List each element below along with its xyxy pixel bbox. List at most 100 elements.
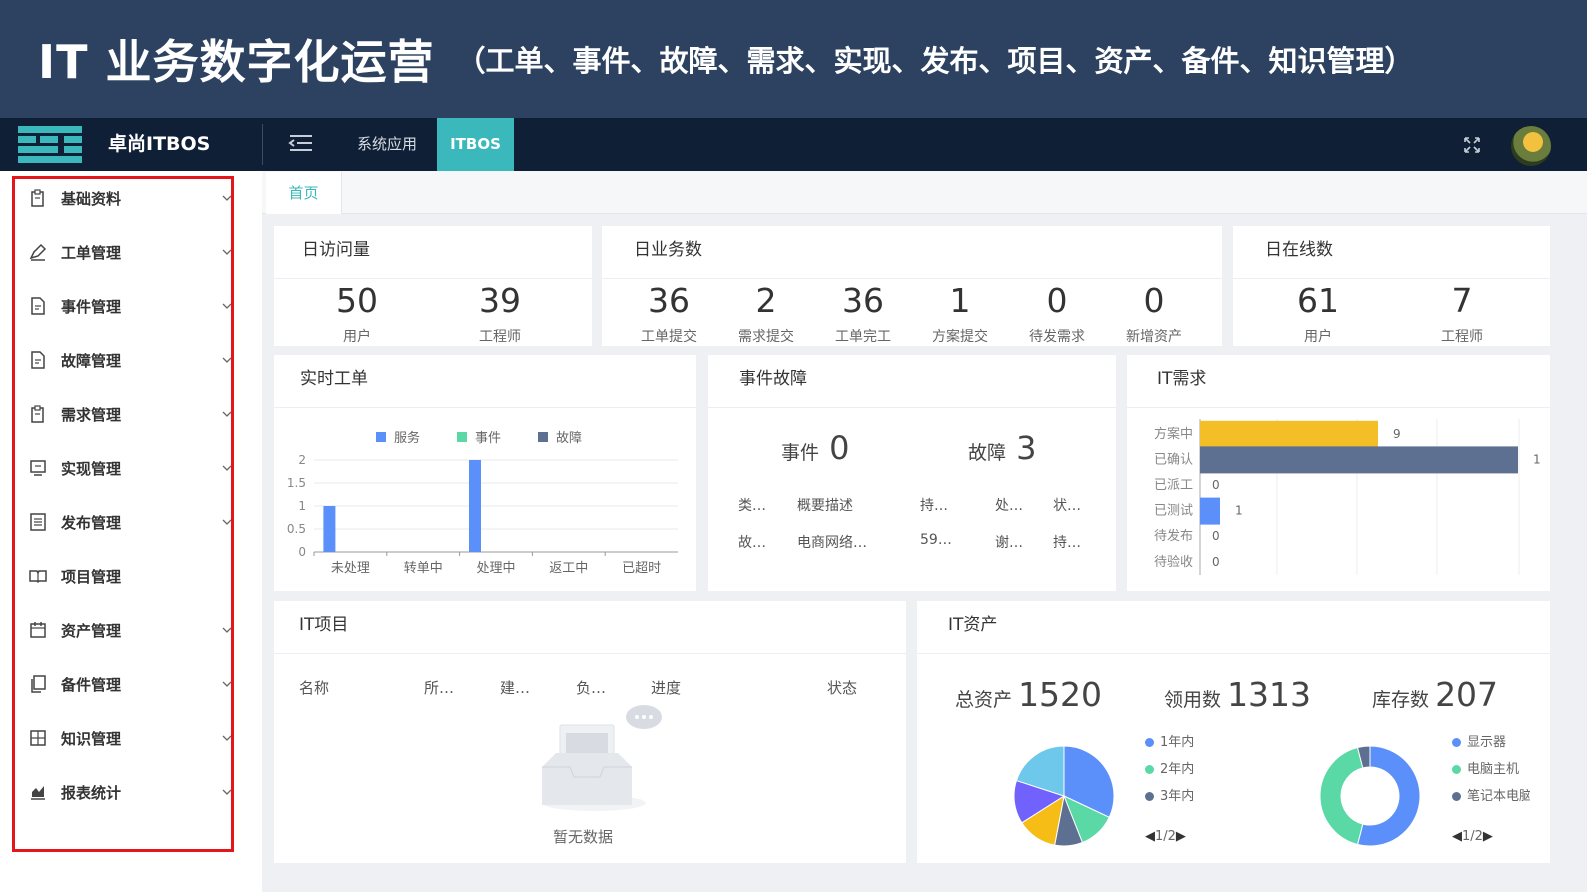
x-tick-label: 返工中 [549,561,588,576]
sidebar-item[interactable]: 知识管理 [28,723,236,753]
stat-value: 50 [336,281,378,320]
y-tick-label: 1.5 [287,476,306,490]
pie-slice[interactable] [1319,746,1364,846]
stat-plans-submitted: 1 方案提交 [915,282,1005,346]
stat-value: 36 [648,281,690,320]
stat-demands-submitted: 2 需求提交 [721,282,811,346]
card-realtime-orders: 实时工单 0 0.5 1 1.5 2 未处理 转单中 处理中 返工中 已超时 服务 事件 故障 [274,355,696,591]
sidebar-item[interactable]: 基础资料 [28,183,236,213]
grid-icon [30,730,46,746]
sidebar-item[interactable]: 资产管理 [28,615,236,645]
table-cell[interactable]: 电商网络… [797,532,867,552]
sidebar-item-label: 资产管理 [61,621,122,640]
sidebar-item[interactable]: 备件管理 [28,669,236,699]
prev-page-icon[interactable]: ◀ [1145,829,1155,844]
stat-orders-submitted: 36 工单提交 [624,282,714,346]
it-demand-chart: 方案中 9 已确认 1 已派工 0 已测试 1 待发布 0 待验收 0 [1154,419,1541,575]
table-cell[interactable]: 59… [920,532,952,548]
next-page-icon[interactable]: ▶ [1176,829,1186,844]
card-divider [602,278,1222,279]
stat-label: 工单完工 [835,329,891,345]
legend-label[interactable]: 故障 [556,431,582,446]
sidebar-item-label: 发布管理 [61,513,122,532]
page-tab-bar [262,171,1587,214]
col-progress: 进度 [651,679,682,697]
sidebar-item[interactable]: 实现管理 [28,453,236,483]
sidebar-item-label: 基础资料 [61,189,122,208]
legend-item[interactable]: 笔记本电脑 [1452,785,1530,807]
legend-dot [1452,738,1461,747]
legend-label[interactable]: 事件 [475,431,501,446]
fault-count: 故障 3 [968,429,1036,467]
legend-label[interactable]: 服务 [394,430,420,446]
chevron-down-icon [222,303,232,309]
stat-value: 0 [1046,281,1068,320]
used-assets: 领用数 1313 [1164,675,1311,714]
sidebar-item[interactable]: 发布管理 [28,507,236,537]
bar[interactable] [1200,420,1378,448]
table-header-type: 类… [738,498,766,514]
chevron-down-icon [222,789,232,795]
chevron-down-icon [222,357,232,363]
legend-item[interactable]: 显示器 [1452,731,1530,758]
stat-value: 7 [1451,281,1473,320]
tab-home[interactable]: 首页 [266,172,342,214]
y-tick-label: 待发布 [1154,528,1193,544]
stock-assets: 库存数 207 [1372,675,1498,714]
stock-label: 库存数 [1372,689,1430,711]
card-divider [274,653,906,654]
bar-value-label: 0 [1212,529,1220,543]
bar-value-label: 0 [1212,555,1220,569]
legend-item[interactable]: 2年内 [1145,758,1237,785]
legend-item[interactable]: 1年内 [1145,731,1237,758]
col-created: 建… [500,679,531,697]
bar-value-label: 1 [1533,452,1541,466]
realtime-orders-chart: 0 0.5 1 1.5 2 未处理 转单中 处理中 返工中 已超时 服务 事件 故障 [287,430,678,576]
table-cell[interactable]: 故… [738,532,766,552]
doc-icon [31,351,45,369]
sidebar-item[interactable]: 事件管理 [28,291,236,321]
next-page-icon[interactable]: ▶ [1483,829,1493,844]
legend-label: 电脑主机 [1467,762,1520,777]
stat-orders-completed: 36 工单完工 [818,282,908,346]
table-cell[interactable]: 谢… [995,532,1023,552]
bar[interactable] [1200,497,1220,525]
bar-服务[interactable] [469,460,481,552]
menu-toggle-icon[interactable] [288,132,314,156]
bar[interactable] [1200,446,1518,474]
bar-服务[interactable] [323,506,336,552]
stat-value: 39 [479,281,521,320]
legend-item[interactable]: 电脑主机 [1452,758,1530,785]
fullscreen-icon[interactable] [1462,135,1482,155]
card-title: IT资产 [948,615,998,635]
sidebar-item[interactable]: 报表统计 [28,777,236,807]
tab-system-apps[interactable]: 系统应用 [338,118,436,171]
table-header-summary: 概要描述 [797,498,853,514]
col-status: 状态 [827,679,858,697]
book-icon [29,570,47,584]
age-legend-pager[interactable]: ◀1/2▶ [1145,829,1186,844]
card-title: 日访问量 [302,240,370,260]
stat-value: 0 [1143,281,1165,320]
legend-item[interactable]: 3年内 [1145,785,1237,807]
chevron-down-icon [222,681,232,687]
stat-value: 61 [1297,281,1339,320]
type-legend-pager[interactable]: ◀1/2▶ [1452,829,1493,844]
prev-page-icon[interactable]: ◀ [1452,829,1462,844]
sidebar-item[interactable]: 项目管理 [28,561,236,591]
type-legend: 显示器 电脑主机 笔记本电脑 [1452,731,1530,807]
clipboard-icon [31,189,44,207]
stat-visits-users: 50 用户 [312,282,402,346]
user-avatar[interactable] [1511,126,1551,166]
sidebar-item[interactable]: 工单管理 [28,237,236,267]
table-cell[interactable]: 持… [1053,532,1081,552]
card-divider [274,278,592,279]
tab-itbos[interactable]: ITBOS [437,118,514,171]
legend-dot [1145,765,1154,774]
sidebar-item[interactable]: 故障管理 [28,345,236,375]
sidebar-item[interactable]: 需求管理 [28,399,236,429]
card-title: 事件故障 [739,369,807,389]
col-department: 所… [424,679,455,697]
card-daily-online: 日在线数 61 用户 7 工程师 [1233,226,1550,346]
legend-dot [1145,792,1154,801]
